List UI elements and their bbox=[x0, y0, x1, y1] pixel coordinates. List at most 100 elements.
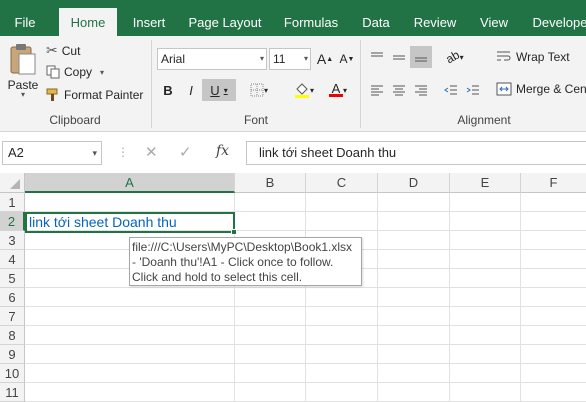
chevron-down-icon: ▾ bbox=[309, 85, 314, 95]
fill-handle[interactable] bbox=[231, 229, 237, 235]
alignment-group-label: Alignment bbox=[457, 113, 511, 127]
tooltip-line-3: Click and hold to select this cell. bbox=[132, 270, 303, 284]
group-divider bbox=[360, 40, 361, 128]
select-all-corner[interactable] bbox=[0, 173, 25, 193]
wrap-text-label: Wrap Text bbox=[516, 50, 570, 64]
font-color-button[interactable]: A ▾ bbox=[322, 79, 354, 101]
font-size-value: 11 bbox=[273, 52, 286, 66]
column-header-a[interactable]: A bbox=[25, 173, 235, 193]
underline-button[interactable]: U ▾ bbox=[202, 79, 236, 101]
copy-label: Copy bbox=[64, 65, 93, 79]
more-options-icon: ⋮ bbox=[117, 145, 129, 159]
tab-developer[interactable]: Develope bbox=[530, 9, 586, 36]
scissors-icon: ✂ bbox=[46, 42, 58, 58]
merge-center-button[interactable]: Merge & Cen bbox=[496, 82, 586, 96]
tab-file[interactable]: File bbox=[6, 9, 44, 36]
align-top-icon[interactable] bbox=[366, 46, 388, 68]
font-size-dropdown[interactable]: 11 ▾ bbox=[269, 48, 311, 70]
insert-function-button[interactable]: fx bbox=[216, 143, 229, 159]
decrease-indent-icon[interactable] bbox=[440, 79, 462, 101]
merge-label: Merge & Cen bbox=[516, 82, 586, 96]
chevron-down-icon[interactable]: ▾ bbox=[100, 68, 104, 77]
wrap-text-button[interactable]: Wrap Text bbox=[496, 50, 570, 64]
paintbrush-icon bbox=[46, 88, 60, 102]
formula-input[interactable]: link tới sheet Doanh thu bbox=[246, 141, 586, 165]
column-header-c[interactable]: C bbox=[306, 173, 378, 193]
format-painter-button[interactable]: Format Painter bbox=[46, 88, 143, 102]
tooltip-line-1: file:///C:\Users\MyPC\Desktop\Book1.xlsx bbox=[132, 240, 353, 254]
chevron-down-icon: ▾ bbox=[263, 85, 268, 95]
column-header-d[interactable]: D bbox=[378, 173, 450, 193]
column-header-e[interactable]: E bbox=[450, 173, 521, 193]
align-middle-icon[interactable] bbox=[388, 46, 410, 68]
enter-icon[interactable]: ✓ bbox=[179, 143, 192, 161]
tab-insert[interactable]: Insert bbox=[124, 9, 174, 36]
row-header-6[interactable]: 6 bbox=[0, 288, 25, 307]
gridline bbox=[449, 193, 450, 402]
row-header-11[interactable]: 11 bbox=[0, 383, 25, 402]
chevron-down-icon: ▾ bbox=[303, 54, 308, 63]
merge-cells-icon bbox=[496, 82, 512, 96]
name-box[interactable]: A2 ▾ bbox=[2, 141, 102, 165]
tab-view[interactable]: View bbox=[474, 9, 514, 36]
chevron-down-icon: ▾ bbox=[342, 85, 347, 95]
tab-review[interactable]: Review bbox=[408, 9, 462, 36]
row-header-2[interactable]: 2 bbox=[0, 212, 25, 231]
cancel-icon[interactable]: ✕ bbox=[145, 143, 158, 161]
name-box-value: A2 bbox=[8, 145, 24, 160]
fill-color-button[interactable]: ▾ bbox=[288, 79, 320, 101]
orientation-button[interactable]: ab ▾ bbox=[440, 46, 470, 68]
italic-button[interactable]: I bbox=[180, 79, 202, 101]
orientation-icon: ab bbox=[443, 47, 463, 67]
copy-button[interactable]: Copy ▾ bbox=[46, 65, 104, 79]
worksheet-grid: A B C D E F 1 2 3 4 5 6 7 8 9 10 11 link… bbox=[0, 173, 586, 402]
clipboard-icon bbox=[9, 42, 37, 76]
paint-bucket-icon bbox=[294, 82, 310, 98]
tab-home[interactable]: Home bbox=[59, 8, 117, 37]
row-header-1[interactable]: 1 bbox=[0, 193, 25, 212]
tab-data[interactable]: Data bbox=[356, 9, 396, 36]
ribbon: Paste ▾ ✂ Cut Copy ▾ Format Painter Clip… bbox=[0, 36, 586, 132]
gridline bbox=[520, 193, 521, 402]
ribbon-tab-bar: File Home Insert Page Layout Formulas Da… bbox=[0, 0, 586, 37]
increase-indent-icon[interactable] bbox=[462, 79, 484, 101]
column-header-f[interactable]: F bbox=[521, 173, 586, 193]
chevron-down-icon: ▾ bbox=[223, 85, 228, 95]
row-header-3[interactable]: 3 bbox=[0, 231, 25, 250]
paste-button[interactable]: Paste ▾ bbox=[6, 42, 40, 104]
cut-button[interactable]: ✂ Cut bbox=[46, 42, 80, 59]
borders-button[interactable]: ▾ bbox=[244, 79, 274, 101]
gridline bbox=[305, 193, 306, 402]
row-header-10[interactable]: 10 bbox=[0, 364, 25, 383]
tooltip-line-2: - 'Doanh thu'!A1 - Click once to follow. bbox=[132, 255, 334, 269]
align-left-icon[interactable] bbox=[366, 79, 388, 101]
chevron-down-icon[interactable]: ▾ bbox=[92, 142, 97, 164]
row-header-9[interactable]: 9 bbox=[0, 345, 25, 364]
row-header-7[interactable]: 7 bbox=[0, 307, 25, 326]
tab-page-layout[interactable]: Page Layout bbox=[184, 9, 266, 36]
formula-bar: A2 ▾ ⋮ ✕ ✓ fx link tới sheet Doanh thu bbox=[0, 133, 586, 173]
cell-a2-hyperlink[interactable]: link tới sheet Doanh thu bbox=[25, 212, 235, 233]
chevron-down-icon: ▾ bbox=[259, 54, 264, 63]
font-name-value: Arial bbox=[161, 52, 186, 66]
align-center-icon[interactable] bbox=[388, 79, 410, 101]
row-header-4[interactable]: 4 bbox=[0, 250, 25, 269]
tab-formulas[interactable]: Formulas bbox=[278, 9, 344, 36]
wrap-text-icon bbox=[496, 50, 512, 64]
format-painter-label: Format Painter bbox=[64, 88, 144, 102]
font-name-dropdown[interactable]: Arial ▾ bbox=[157, 48, 267, 70]
decrease-font-size-icon[interactable]: A ▼ bbox=[336, 48, 358, 70]
increase-font-size-icon[interactable]: A ▲ bbox=[314, 48, 336, 70]
column-header-b[interactable]: B bbox=[235, 173, 306, 193]
copy-icon bbox=[46, 65, 60, 79]
underline-label: U bbox=[210, 82, 220, 98]
font-group-label: Font bbox=[243, 113, 268, 127]
row-header-8[interactable]: 8 bbox=[0, 326, 25, 345]
align-right-icon[interactable] bbox=[410, 79, 432, 101]
align-bottom-icon[interactable] bbox=[410, 46, 432, 68]
chevron-down-icon: ▾ bbox=[20, 90, 25, 99]
hyperlink-tooltip: file:///C:\Users\MyPC\Desktop\Book1.xlsx… bbox=[129, 237, 362, 286]
bold-button[interactable]: B bbox=[157, 79, 179, 101]
borders-icon bbox=[250, 83, 264, 97]
row-header-5[interactable]: 5 bbox=[0, 269, 25, 288]
